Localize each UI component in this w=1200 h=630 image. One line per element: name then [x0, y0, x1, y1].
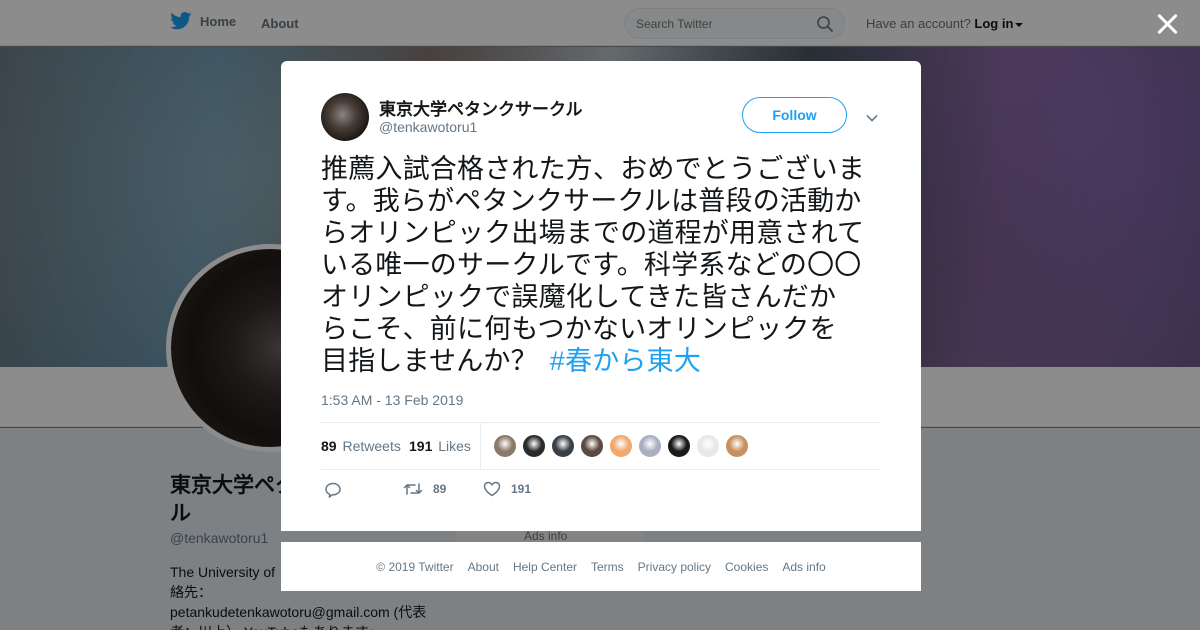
liker-avatar-9[interactable] — [725, 434, 749, 458]
liker-avatar-4[interactable] — [580, 434, 604, 458]
retweet-button[interactable]: 89 — [403, 481, 446, 497]
follow-button[interactable]: Follow — [742, 97, 847, 133]
liker-avatar-3[interactable] — [551, 434, 575, 458]
footer-help-link[interactable]: Help Center — [511, 560, 579, 574]
like-count: 191 — [409, 438, 433, 454]
footer-privacy-link[interactable]: Privacy policy — [636, 560, 713, 574]
chevron-down-icon[interactable] — [866, 110, 878, 122]
footer-cookies-link[interactable]: Cookies — [723, 560, 770, 574]
liker-avatar-6[interactable] — [638, 434, 662, 458]
stats-divider — [480, 423, 481, 469]
modal-footer: © 2019 Twitter About Help Center Terms P… — [281, 542, 921, 591]
reply-button[interactable] — [324, 481, 342, 499]
tweet-timestamp[interactable]: 1:53 AM - 13 Feb 2019 — [321, 392, 463, 408]
footer-about-link[interactable]: About — [466, 560, 501, 574]
retweets-label: Retweets — [342, 438, 401, 454]
reply-icon — [325, 482, 341, 498]
tweet-author-name[interactable]: 東京大学ペタンクサークル — [379, 95, 583, 120]
retweet-action-count: 89 — [433, 482, 447, 496]
tweet-stats: 89 Retweets 191 Likes — [321, 422, 881, 470]
hashtag-link[interactable]: #春から東大 — [550, 346, 701, 376]
footer-terms-link[interactable]: Terms — [589, 560, 626, 574]
retweet-icon — [403, 483, 423, 495]
liker-avatar-2[interactable] — [522, 434, 546, 458]
likes-label: Likes — [438, 438, 471, 454]
liker-avatars — [493, 434, 749, 458]
liker-avatar-1[interactable] — [493, 434, 517, 458]
footer-ads-link[interactable]: Ads info — [780, 560, 827, 574]
tweet-body: 推薦入試合格された方、おめでとうございま す。我らがペタンクサークルは普段の活動… — [321, 154, 865, 376]
like-action-count: 191 — [511, 482, 532, 496]
tweet-author-avatar[interactable] — [321, 93, 369, 141]
likes-stat[interactable]: 191 Likes — [409, 438, 471, 454]
close-icon[interactable] — [1156, 13, 1178, 35]
like-button[interactable]: 191 — [483, 481, 531, 497]
tweet-actions: 89 191 — [321, 481, 721, 503]
tweet-text: 推薦入試合格された方、おめでとうございま す。我らがペタンクサークルは普段の活動… — [321, 153, 886, 377]
liker-avatar-7[interactable] — [667, 434, 691, 458]
liker-avatar-8[interactable] — [696, 434, 720, 458]
tweet-modal: 東京大学ペタンクサークル @tenkawotoru1 Follow 推薦入試合格… — [281, 61, 921, 531]
retweet-count: 89 — [321, 438, 337, 454]
retweets-stat[interactable]: 89 Retweets — [321, 438, 401, 454]
liker-avatar-5[interactable] — [609, 434, 633, 458]
tweet-author-handle[interactable]: @tenkawotoru1 — [379, 119, 477, 135]
footer-copyright: © 2019 Twitter — [376, 559, 454, 574]
heart-icon — [483, 481, 501, 497]
